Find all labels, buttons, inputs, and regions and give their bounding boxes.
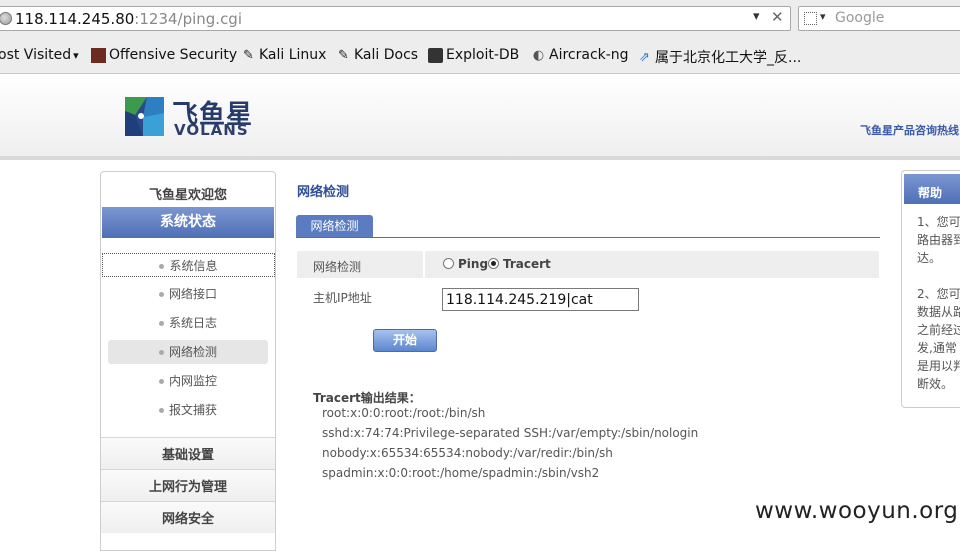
result-line: spadmin:x:0:0:root:/home/spadmin:/sbin/v… — [322, 466, 600, 480]
help-title: 帮助 — [904, 174, 960, 204]
row-divider — [423, 251, 425, 278]
search-engine-icon[interactable] — [804, 12, 817, 25]
sidebar-item-system-info[interactable]: 系统信息 — [102, 253, 275, 277]
bookmark-offensive-security[interactable]: Offensive Security — [91, 47, 237, 63]
result-line: nobody:x:65534:65534:nobody:/var/redir:/… — [322, 446, 613, 460]
page-title: 网络检测 — [297, 185, 350, 200]
bookmark-label: Kali Docs — [354, 47, 419, 63]
radio-tracert-label[interactable]: Tracert — [503, 257, 551, 271]
sidebar-item-interfaces[interactable]: 网络接口 — [101, 282, 275, 306]
radio-ping-label[interactable]: Ping — [458, 257, 488, 271]
bookmark-label: Exploit-DB — [446, 47, 520, 63]
mode-label: 网络检测 — [313, 260, 362, 274]
bullet-icon — [158, 350, 164, 355]
search-bar[interactable]: ▾ Google — [798, 6, 960, 31]
sidebar-item-label: 网络接口 — [168, 287, 217, 301]
url-path: :1234/ping.cgi — [134, 10, 242, 28]
bullet-icon — [158, 321, 164, 326]
volans-logo-icon — [125, 97, 164, 136]
watermark: www.wooyun.org — [755, 498, 959, 524]
link-icon: ⇗ — [639, 49, 650, 65]
chevron-down-icon[interactable]: ▾ — [753, 9, 760, 24]
sidebar-item-label: 网络检测 — [168, 345, 217, 359]
sidebar-item-system-log[interactable]: 系统日志 — [101, 311, 275, 335]
bullet-icon — [158, 379, 164, 384]
host-ip-label: 主机IP地址 — [313, 291, 372, 305]
bookmark-most-visited[interactable]: ost Visited ▾ — [0, 47, 79, 63]
logo-text-en: VOLANS — [174, 121, 249, 139]
kali-dragon-icon: ✎ — [338, 47, 349, 63]
radio-tracert[interactable] — [488, 258, 499, 269]
bookmark-label: Kali Linux — [259, 47, 327, 63]
search-placeholder: Google — [835, 10, 885, 26]
bullet-icon — [159, 264, 165, 269]
bookmark-kali-linux[interactable]: ✎ Kali Linux — [241, 47, 326, 63]
tab-network-check[interactable]: 网络检测 — [296, 215, 373, 238]
header-divider — [0, 156, 960, 160]
chevron-down-icon: ▾ — [73, 48, 79, 62]
bullet-icon — [158, 292, 164, 297]
tab-underline — [296, 237, 880, 238]
sidebar-item-network-check[interactable]: 网络检测 — [108, 340, 268, 364]
close-icon[interactable]: ✕ — [771, 8, 784, 26]
url-text[interactable]: 118.114.245.80:1234/ping.cgi — [15, 10, 242, 28]
help-text: 1、您可路由器到达。 2、您可数据从路之前经过发,通常是用以判断效。 — [917, 213, 960, 393]
sidebar-group-network-security[interactable]: 网络安全 — [101, 501, 275, 533]
bookmarks-toolbar: ost Visited ▾ Offensive Security ✎ Kali Li… — [0, 38, 960, 74]
bookmark-kali-docs[interactable]: ✎ Kali Docs — [336, 47, 418, 63]
help-paragraph-2: 2、您可数据从路之前经过发,通常是用以判断效。 — [917, 287, 960, 391]
result-line: root:x:0:0:root:/root:/bin/sh — [322, 406, 486, 420]
sidebar-group-behavior-mgmt[interactable]: 上网行为管理 — [101, 469, 275, 501]
bookmark-label: Offensive Security — [109, 47, 238, 63]
chevron-down-icon[interactable]: ▾ — [820, 10, 826, 23]
sidebar-group-basic-settings[interactable]: 基础设置 — [101, 437, 275, 469]
url-host: 118.114.245.80 — [15, 10, 135, 28]
bookmark-aircrack-ng[interactable]: ◐ Aircrack-ng — [531, 47, 629, 63]
result-title: Tracert输出结果： — [313, 391, 421, 405]
address-bar[interactable]: 118.114.245.80:1234/ping.cgi ▾ ✕ — [0, 6, 791, 31]
help-paragraph-1: 1、您可路由器到达。 — [917, 215, 960, 265]
start-button[interactable]: 开始 — [373, 329, 437, 352]
help-panel: 帮助 1、您可路由器到达。 2、您可数据从路之前经过发,通常是用以判断效。 — [901, 170, 960, 408]
sidebar-item-label: 系统日志 — [168, 316, 217, 330]
hotline-text: 飞鱼星产品咨询热线 — [860, 124, 959, 137]
kali-dragon-icon: ✎ — [243, 47, 254, 63]
bullet-icon — [158, 408, 164, 413]
sidebar: 飞鱼星欢迎您 系统状态 系统信息 网络接口 系统日志 网络检测 内网监控 报文捕… — [100, 171, 276, 551]
exploitdb-icon — [428, 47, 443, 63]
bookmark-label: 属于北京化工大学_反... — [655, 50, 802, 66]
host-ip-input[interactable] — [442, 288, 639, 311]
sidebar-section-system-status[interactable]: 系统状态 — [102, 207, 274, 238]
aircrack-icon: ◐ — [532, 47, 545, 63]
sidebar-item-lan-monitor[interactable]: 内网监控 — [101, 369, 275, 393]
sidebar-item-label: 系统信息 — [169, 259, 218, 273]
bookmark-buct[interactable]: ⇗ 属于北京化工大学_反... — [637, 47, 801, 67]
sidebar-item-label: 报文捕获 — [168, 403, 217, 417]
browser-toolbar: 118.114.245.80:1234/ping.cgi ▾ ✕ ▾ Googl… — [0, 0, 960, 38]
site-header: 飞鱼星 VOLANS 飞鱼星产品咨询热线 — [0, 75, 960, 157]
site-identity-icon[interactable] — [0, 12, 12, 25]
sidebar-item-label: 内网监控 — [168, 374, 217, 388]
offsec-icon — [91, 47, 106, 63]
bookmark-label: ost Visited — [0, 47, 72, 63]
radio-ping[interactable] — [443, 258, 454, 269]
bookmark-label: Aircrack-ng — [549, 47, 629, 63]
result-line: sshd:x:74:74:Privilege-separated SSH:/va… — [322, 426, 699, 440]
sidebar-item-packet-capture[interactable]: 报文捕获 — [101, 398, 275, 422]
bookmark-exploit-db[interactable]: Exploit-DB — [428, 47, 519, 63]
form-row-mode: 网络检测 Ping Tracert — [297, 251, 879, 278]
sidebar-welcome: 飞鱼星欢迎您 — [148, 188, 227, 203]
